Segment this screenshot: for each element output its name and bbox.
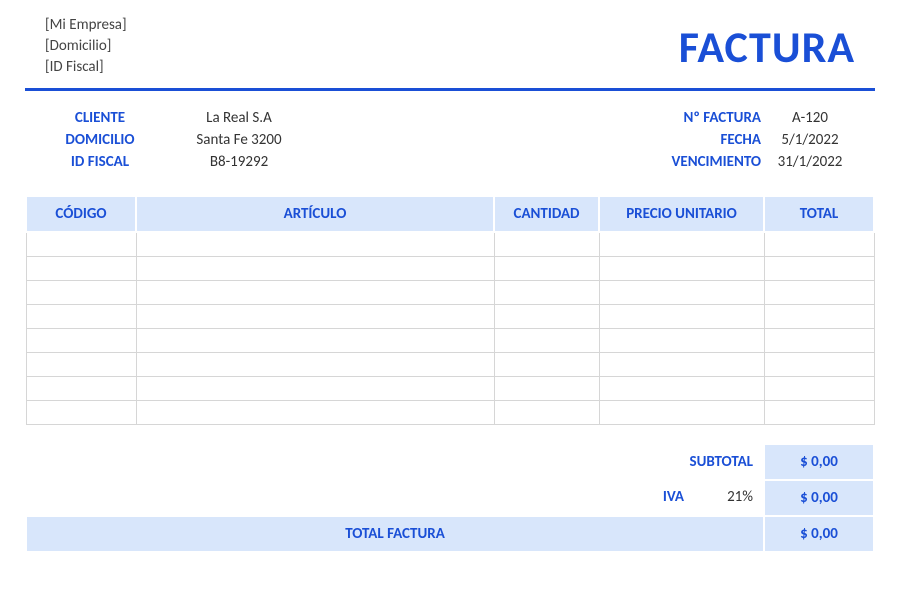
totals-block: SUBTOTAL $ 0,00 IVA 21% $ 0,00 TOTAL FAC… [25, 443, 875, 553]
iva-percent: 21% [694, 480, 764, 516]
grand-total-amount: $ 0,00 [764, 516, 874, 552]
subtotal-amount: $ 0,00 [764, 444, 874, 480]
table-row [26, 376, 874, 400]
label-invoice-due: VENCIMIENTO [621, 153, 761, 171]
col-total: TOTAL [764, 196, 874, 232]
table-row [26, 280, 874, 304]
col-unit-price: PRECIO UNITARIO [599, 196, 764, 232]
invoice-number: A-120 [765, 109, 855, 127]
client-block: CLIENTE La Real S.A DOMICILIO Santa Fe 3… [45, 109, 319, 171]
iva-amount: $ 0,00 [764, 480, 874, 516]
table-row [26, 304, 874, 328]
table-row [26, 352, 874, 376]
label-client: CLIENTE [45, 109, 155, 127]
table-row [26, 232, 874, 256]
items-header-row: CÓDIGO ARTÍCULO CANTIDAD PRECIO UNITARIO… [26, 196, 874, 232]
grand-total-label: TOTAL FACTURA [26, 516, 764, 552]
col-code: CÓDIGO [26, 196, 136, 232]
subtotal-row: SUBTOTAL $ 0,00 [26, 444, 874, 480]
table-row [26, 256, 874, 280]
company-address: [Domicilio] [45, 36, 127, 57]
invoice-due: 31/1/2022 [765, 153, 855, 171]
client-tax-id: B8-19292 [159, 153, 319, 171]
table-row [26, 400, 874, 424]
invoice-header: [Mi Empresa] [Domicilio] [ID Fiscal] FAC… [25, 15, 875, 91]
label-client-address: DOMICILIO [45, 131, 155, 149]
label-client-tax: ID FISCAL [45, 153, 155, 171]
label-invoice-date: FECHA [621, 131, 761, 149]
iva-row: IVA 21% $ 0,00 [26, 480, 874, 516]
invoice-date: 5/1/2022 [765, 131, 855, 149]
iva-label: IVA [446, 480, 694, 516]
client-address: Santa Fe 3200 [159, 131, 319, 149]
company-name: [Mi Empresa] [45, 15, 127, 36]
label-invoice-number: Nº FACTURA [621, 109, 761, 127]
company-info: [Mi Empresa] [Domicilio] [ID Fiscal] [45, 15, 127, 78]
invoice-meta: CLIENTE La Real S.A DOMICILIO Santa Fe 3… [25, 109, 875, 171]
client-name: La Real S.A [159, 109, 319, 127]
table-row [26, 328, 874, 352]
subtotal-label: SUBTOTAL [446, 444, 764, 480]
grand-total-row: TOTAL FACTURA $ 0,00 [26, 516, 874, 552]
company-tax-id: [ID Fiscal] [45, 57, 127, 78]
document-title: FACTURA [679, 20, 855, 74]
col-qty: CANTIDAD [494, 196, 599, 232]
items-table: CÓDIGO ARTÍCULO CANTIDAD PRECIO UNITARIO… [25, 195, 875, 425]
col-article: ARTÍCULO [136, 196, 494, 232]
invoice-block: Nº FACTURA A-120 FECHA 5/1/2022 VENCIMIE… [621, 109, 855, 171]
